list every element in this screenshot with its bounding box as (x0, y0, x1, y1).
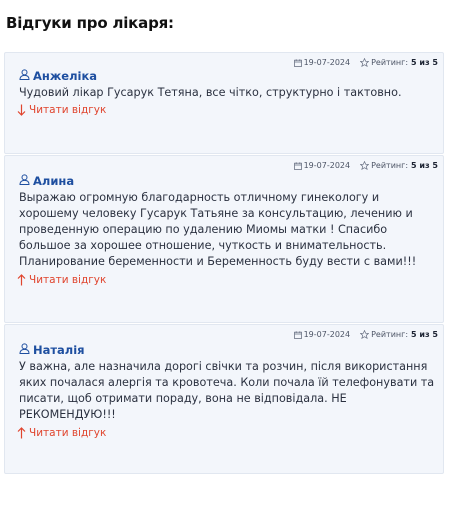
read-review-label: Читати відгук (29, 104, 107, 116)
user-icon (19, 174, 30, 188)
review-author: Наталія (19, 343, 85, 357)
review-date: 19-07-2024 (303, 330, 351, 339)
review-text: Чудовий лікар Гусарук Тетяна, все чітко,… (19, 86, 402, 99)
rating-value: 5 из 5 (411, 330, 438, 339)
collapse-review-button[interactable]: Читати відгук (17, 274, 106, 286)
star-icon (360, 161, 370, 170)
calendar-icon (293, 161, 302, 170)
review-author: Алина (19, 174, 74, 188)
review-card: 19-07-2024 Рейтинг: 5 из 5 Наталія У важ… (4, 324, 444, 474)
page: Відгуки про лікаря: 19-07-2024 Рейтинг: … (0, 0, 453, 505)
read-review-button[interactable]: Читати відгук (17, 104, 106, 116)
review-date: 19-07-2024 (303, 161, 351, 170)
rating-value: 5 из 5 (411, 161, 438, 170)
arrow-down-icon (17, 104, 29, 116)
review-text: Выражаю огромную благодарность отличному… (19, 191, 417, 268)
arrow-up-icon (17, 274, 29, 286)
rating-label: Рейтинг: (371, 58, 409, 67)
review-card: 19-07-2024 Рейтинг: 5 из 5 Анжеліка Чудо… (4, 52, 444, 154)
reviews-heading: Відгуки про лікаря: (6, 14, 174, 32)
author-name: Алина (33, 174, 75, 188)
review-card: 19-07-2024 Рейтинг: 5 из 5 Алина Выражаю… (4, 155, 444, 323)
star-icon (360, 58, 370, 67)
arrow-up-icon (17, 427, 29, 439)
rating-label: Рейтинг: (371, 330, 409, 339)
collapse-review-button[interactable]: Читати відгук (17, 427, 106, 439)
read-review-label: Читати відгук (29, 427, 107, 439)
calendar-icon (293, 58, 302, 67)
calendar-icon (293, 330, 302, 339)
read-review-label: Читати відгук (29, 274, 107, 286)
review-list: 19-07-2024 Рейтинг: 5 из 5 Анжеліка Чудо… (4, 52, 444, 474)
rating-label: Рейтинг: (371, 161, 409, 170)
star-icon (360, 330, 370, 339)
author-name: Наталія (33, 343, 85, 357)
review-meta: 19-07-2024 Рейтинг: 5 из 5 (293, 161, 438, 170)
author-name: Анжеліка (33, 69, 98, 83)
user-icon (19, 69, 30, 83)
review-text: У важна, але назначила дорогі свічки та … (19, 360, 435, 421)
rating-value: 5 из 5 (411, 58, 438, 67)
review-meta: 19-07-2024 Рейтинг: 5 из 5 (293, 58, 438, 67)
review-date: 19-07-2024 (303, 58, 351, 67)
review-meta: 19-07-2024 Рейтинг: 5 из 5 (293, 330, 438, 339)
user-icon (19, 343, 30, 357)
review-author: Анжеліка (19, 69, 97, 83)
